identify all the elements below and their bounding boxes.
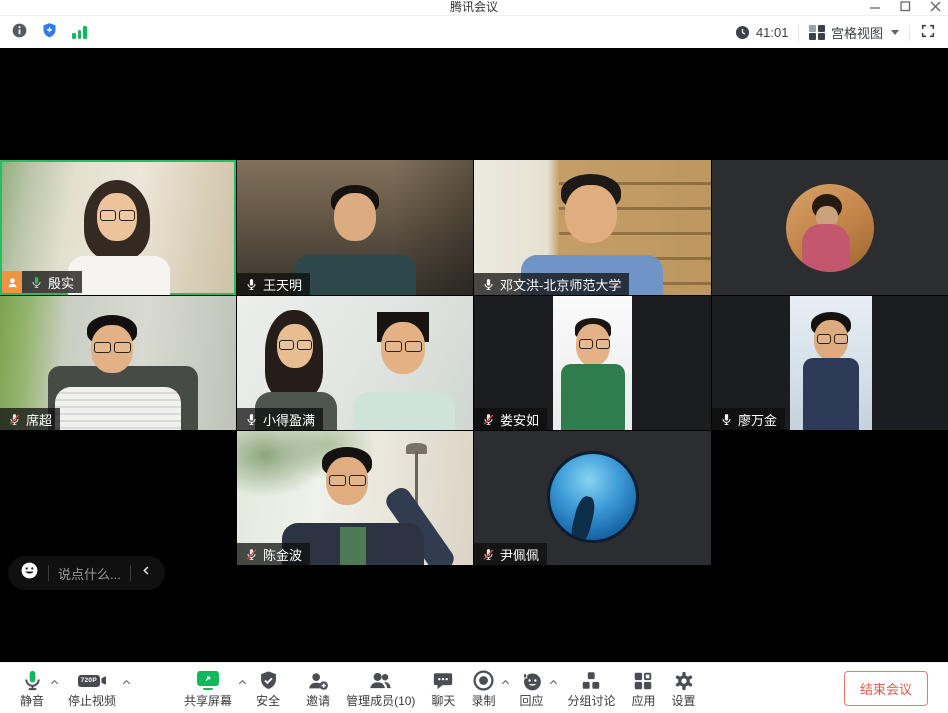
record-icon: [472, 670, 495, 692]
mic-muted-icon: [482, 413, 495, 426]
mic-on-icon: [245, 278, 258, 291]
reaction-button[interactable]: 回应: [519, 670, 543, 707]
view-mode-label: 宫格视图: [831, 23, 883, 42]
fullscreen-icon[interactable]: [920, 23, 936, 42]
chat-icon: [432, 670, 454, 692]
emoji-icon[interactable]: [20, 561, 39, 585]
chat-input[interactable]: 说点什么...: [58, 564, 121, 583]
mic-muted-icon: [8, 413, 21, 426]
video-tile[interactable]: 邓文洪-北京师范大学: [474, 160, 711, 295]
maximize-icon[interactable]: [898, 0, 912, 13]
shield-check-icon: [258, 670, 279, 692]
participant-name: 廖万金: [738, 410, 777, 429]
clock-icon: [735, 25, 750, 40]
participant-nameplate: 陈金波: [237, 543, 310, 565]
share-menu-chevron[interactable]: [237, 675, 248, 693]
meeting-timer: 41:01: [735, 25, 789, 40]
video-tile[interactable]: 殷实: [0, 160, 236, 295]
invite-button[interactable]: 邀请: [306, 670, 330, 707]
mic-muted-icon: [245, 548, 258, 561]
participant-name: 殷实: [48, 273, 74, 292]
settings-button[interactable]: 设置: [672, 670, 696, 707]
security-button[interactable]: 安全: [256, 670, 280, 707]
participant-name: 陈金波: [263, 545, 302, 564]
reaction-icon: [520, 670, 543, 692]
mic-on-icon: [482, 278, 495, 291]
record-button[interactable]: 录制: [471, 670, 495, 707]
participant-name: 尹佩佩: [500, 545, 539, 564]
video-tile[interactable]: 廖万金: [712, 296, 948, 430]
participant-nameplate: 殷实: [22, 271, 82, 293]
participant-nameplate: 廖万金: [712, 408, 785, 430]
close-icon[interactable]: [928, 0, 942, 13]
window-title: 腾讯会议: [0, 0, 948, 15]
mic-speaking-icon: [30, 276, 43, 289]
video-grid: 殷实 王天明 邓文洪-北京师范大学: [0, 160, 948, 565]
mute-menu-chevron[interactable]: [49, 675, 60, 693]
chevron-left-icon[interactable]: [140, 564, 153, 582]
info-icon[interactable]: [12, 23, 27, 43]
shield-plus-icon[interactable]: [41, 22, 58, 44]
participant-name: 邓文洪-北京师范大学: [500, 275, 621, 294]
video-tile[interactable]: 小得盈满: [237, 296, 473, 430]
divider: [130, 565, 131, 581]
timer-value: 41:01: [756, 25, 789, 40]
breakout-rooms-button[interactable]: 分组讨论: [567, 670, 615, 707]
settings-gear-icon: [673, 670, 695, 692]
participant-nameplate: 邓文洪-北京师范大学: [474, 273, 629, 295]
divider: [48, 565, 49, 581]
window-titlebar: 腾讯会议: [0, 0, 948, 16]
meeting-topbar: 41:01 宫格视图: [0, 16, 948, 49]
participant-name: 小得盈满: [263, 410, 315, 429]
video-tile[interactable]: 尹佩佩: [474, 431, 711, 565]
camera-icon: 720P: [78, 670, 107, 692]
reaction-menu-chevron[interactable]: [548, 675, 559, 693]
avatar: [786, 184, 874, 272]
video-tile[interactable]: 王天明: [237, 160, 473, 295]
manage-members-button[interactable]: 管理成员(10): [346, 670, 415, 707]
share-screen-icon: [197, 670, 219, 692]
network-signal-icon[interactable]: [72, 26, 87, 39]
mic-muted-icon: [482, 548, 495, 561]
chevron-down-icon: [891, 30, 899, 35]
avatar: [547, 451, 639, 543]
invite-icon: [307, 670, 329, 692]
participant-nameplate: 小得盈满: [237, 408, 323, 430]
minimize-icon[interactable]: [868, 0, 882, 13]
mic-icon: [21, 670, 44, 692]
participant-nameplate: 娄安如: [474, 408, 547, 430]
participant-name: 席超: [26, 410, 52, 429]
participant-name: 娄安如: [500, 410, 539, 429]
participant-nameplate: 席超: [0, 408, 60, 430]
share-screen-button[interactable]: 共享屏幕: [184, 670, 232, 707]
video-tile[interactable]: [712, 160, 948, 295]
mic-on-icon: [720, 413, 733, 426]
mute-button[interactable]: 静音: [20, 670, 44, 707]
grid-view-icon: [809, 25, 825, 41]
apps-button[interactable]: 应用: [631, 670, 655, 707]
breakout-icon: [580, 670, 602, 692]
chat-button[interactable]: 聊天: [431, 670, 455, 707]
view-mode-selector[interactable]: 宫格视图: [809, 23, 899, 42]
video-stage: 殷实 王天明 邓文洪-北京师范大学: [0, 48, 948, 662]
divider: [798, 25, 799, 41]
participant-nameplate: 尹佩佩: [474, 543, 547, 565]
video-tile[interactable]: 陈金波: [237, 431, 473, 565]
end-meeting-button[interactable]: 结束会议: [844, 671, 928, 706]
meeting-toolbar: 静音 720P 停止视频 共享屏幕 安全: [0, 662, 948, 713]
chat-quick-bar[interactable]: 说点什么...: [8, 556, 165, 590]
video-tile[interactable]: 席超: [0, 296, 236, 430]
host-badge-icon: [2, 271, 22, 293]
mic-on-icon: [245, 413, 258, 426]
stop-video-button[interactable]: 720P 停止视频: [68, 670, 116, 707]
apps-icon: [632, 670, 654, 692]
members-icon: [369, 670, 392, 692]
divider: [909, 25, 910, 41]
record-menu-chevron[interactable]: [500, 675, 511, 693]
video-tile[interactable]: 娄安如: [474, 296, 711, 430]
participant-nameplate: 王天明: [237, 273, 310, 295]
participant-name: 王天明: [263, 275, 302, 294]
video-menu-chevron[interactable]: [121, 675, 132, 693]
